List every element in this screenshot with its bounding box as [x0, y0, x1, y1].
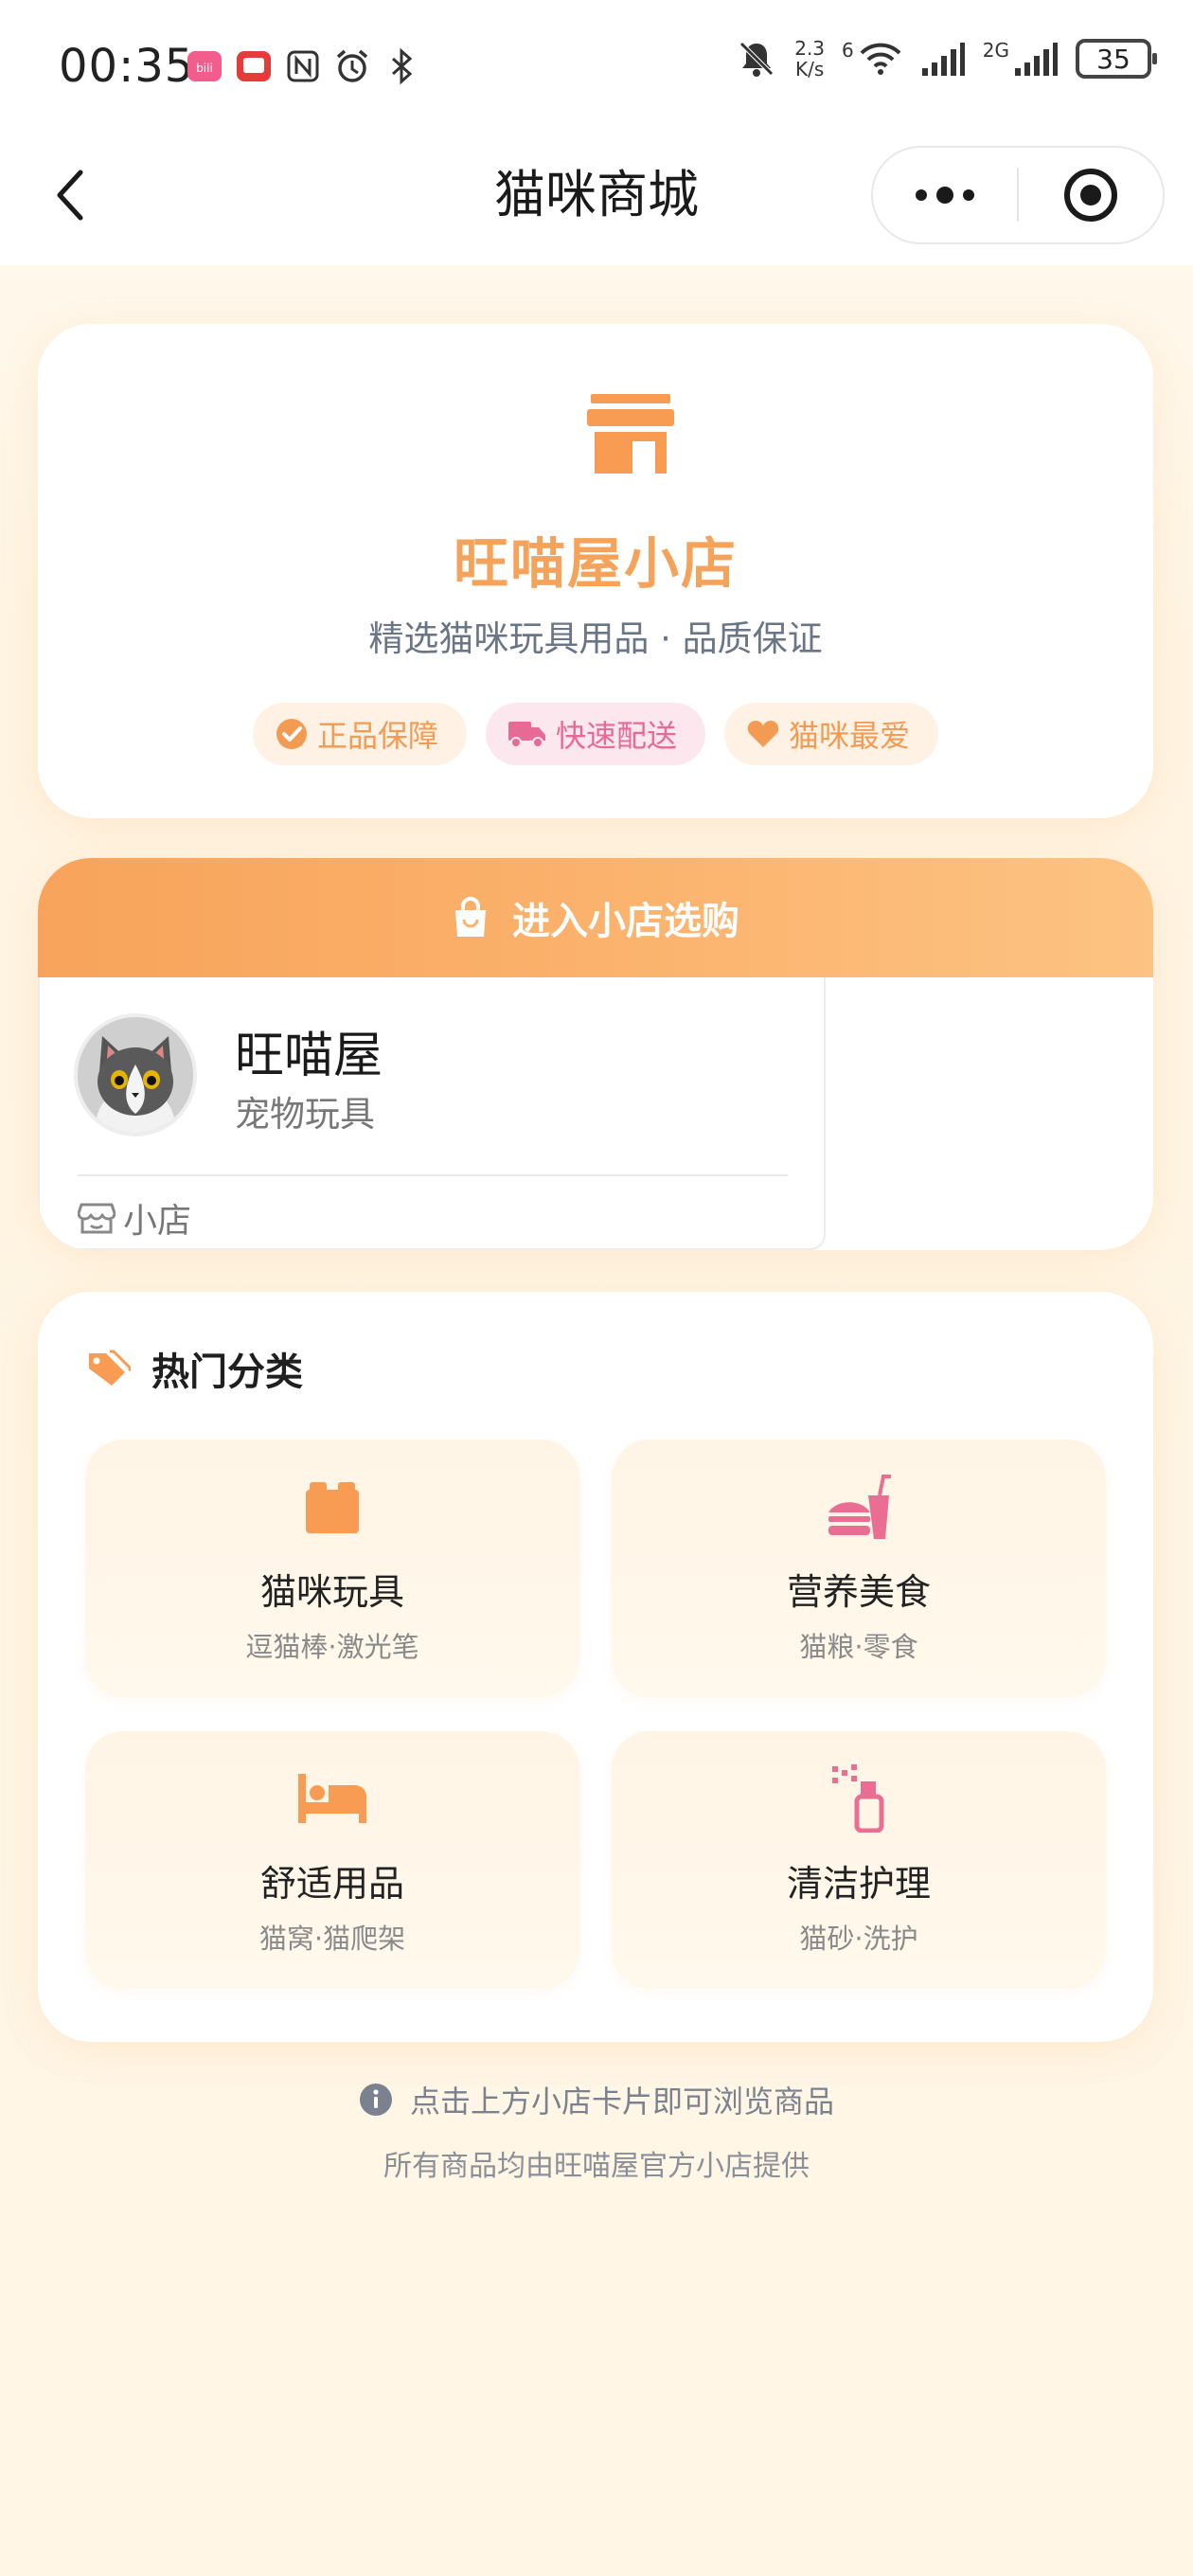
store-name: 旺喵屋: [235, 1028, 383, 1084]
check-circle-icon: [276, 719, 307, 749]
enter-store-button[interactable]: 进入小店选购: [38, 858, 1153, 977]
section-title: 热门分类: [87, 1341, 303, 1396]
category-comfort-supplies[interactable]: 舒适用品 猫窝·猫爬架: [85, 1731, 579, 1989]
store-footer: 小店: [78, 1193, 191, 1243]
miniprogram-capsule: [871, 146, 1165, 244]
bilibili-app-icon: bili: [186, 47, 223, 85]
category-sub: 猫窝·猫爬架: [258, 1923, 406, 1955]
category-sub: 逗猫棒·激光笔: [245, 1631, 419, 1663]
category-name: 营养美食: [786, 1571, 931, 1613]
heart-icon: [747, 721, 779, 747]
shop-info-card: 旺喵屋小店 精选猫咪玩具用品 · 品质保证 正品保障 快速配送 猫咪最爱: [38, 324, 1153, 818]
svg-text:bili: bili: [196, 62, 213, 75]
info-circle-icon: [359, 2084, 392, 2116]
net-speed: 2.3 K/s: [794, 37, 826, 80]
toy-blocks-icon: [306, 1482, 359, 1533]
shop-badges: 正品保障 快速配送 猫咪最爱: [38, 703, 1153, 765]
shopping-bag-icon: [455, 897, 486, 937]
category-cat-toys[interactable]: 猫咪玩具 逗猫棒·激光笔: [85, 1440, 579, 1697]
status-bar: 00:35 bili 2.3 K/s 6 2G 35: [0, 0, 1193, 133]
cat-avatar-image: [78, 1017, 193, 1133]
battery-level: 35: [1096, 43, 1131, 75]
wifi-icon: [860, 43, 901, 75]
category-name: 清洁护理: [786, 1863, 931, 1905]
cell2-label: 2G: [982, 39, 1009, 62]
mute-bell-icon: [739, 42, 774, 77]
spray-bottle-icon: [832, 1764, 884, 1833]
category-nutrition-food[interactable]: 营养美食 猫粮·零食: [612, 1440, 1106, 1697]
wifi-label: 6: [842, 39, 854, 62]
storefront-icon: [587, 394, 674, 474]
truck-icon: [507, 722, 545, 748]
target-close-icon: [1063, 169, 1117, 222]
nav-bar: 猫咪商城: [0, 133, 1193, 265]
category-name: 舒适用品: [259, 1863, 404, 1905]
store-category: 宠物玩具: [235, 1094, 375, 1135]
badge-cat-favorite: 猫咪最爱: [724, 703, 939, 765]
battery-icon: 35: [1076, 39, 1157, 79]
shop-outline-icon: [78, 1203, 116, 1234]
footer-tip: 点击上方小店卡片即可浏览商品: [0, 2078, 1193, 2121]
bluetooth-icon: [383, 47, 420, 85]
alarm-icon: [333, 47, 371, 85]
hot-categories-card: 热门分类 猫咪玩具 逗猫棒·激光笔 营养美食 猫粮·零食 舒适用品 猫窝·猫爬架…: [38, 1292, 1153, 2042]
shop-name: 旺喵屋小店: [453, 531, 738, 596]
category-cleaning-care[interactable]: 清洁护理 猫砂·洗护: [612, 1731, 1106, 1989]
badge-authentic: 正品保障: [252, 703, 467, 765]
signal-icon: [921, 43, 965, 76]
status-left-icons: bili: [186, 47, 420, 85]
burger-drink-icon: [828, 1475, 891, 1539]
more-dots-icon: [916, 187, 974, 204]
avatar: [74, 1013, 197, 1136]
status-time: 00:35: [59, 40, 195, 93]
category-sub: 猫砂·洗护: [799, 1923, 918, 1955]
close-miniprogram-button[interactable]: [1019, 148, 1163, 242]
signal-2g-icon: [1015, 43, 1058, 76]
enter-store-label: 进入小店选购: [512, 900, 739, 943]
enter-store-card[interactable]: 进入小店选购 旺喵屋 宠物玩具 小店: [38, 858, 1153, 1250]
tags-icon: [89, 1350, 131, 1386]
footer-note: 所有商品均由旺喵屋官方小店提供: [383, 2150, 810, 2183]
red-app-icon: [235, 47, 273, 85]
store-widget[interactable]: 旺喵屋 宠物玩具 小店: [38, 977, 826, 1250]
status-right-icons: 2.3 K/s 6 2G 35: [736, 37, 1157, 80]
badge-fast-delivery: 快速配送: [485, 703, 705, 765]
store-divider: [78, 1174, 788, 1176]
bed-icon: [298, 1774, 366, 1823]
nfc-icon: [284, 47, 322, 85]
shop-tagline: 精选猫咪玩具用品 · 品质保证: [368, 618, 823, 659]
category-name: 猫咪玩具: [259, 1571, 404, 1613]
more-button[interactable]: [873, 148, 1017, 242]
category-sub: 猫粮·零食: [799, 1631, 918, 1663]
